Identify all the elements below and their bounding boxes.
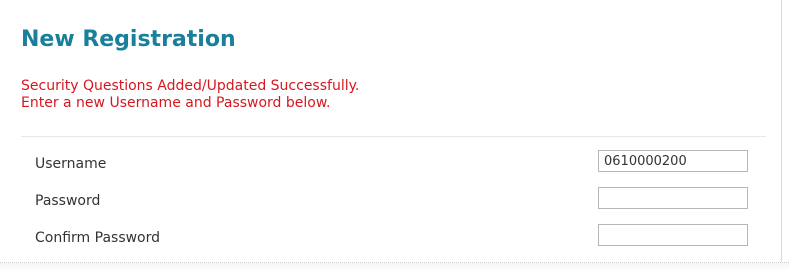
username-input[interactable]	[598, 150, 748, 172]
confirm-password-input[interactable]	[598, 224, 748, 246]
page-bottom-edge	[0, 262, 789, 270]
status-message-line-2: Enter a new Username and Password below.	[21, 95, 331, 111]
username-row: Username	[21, 150, 766, 176]
password-label: Password	[35, 193, 101, 209]
page-title: New Registration	[21, 27, 236, 52]
registration-panel: New Registration Security Questions Adde…	[6, 0, 782, 262]
password-input[interactable]	[598, 187, 748, 209]
confirm-password-label: Confirm Password	[35, 230, 161, 246]
status-message-line-1: Security Questions Added/Updated Success…	[21, 78, 360, 94]
password-row: Password	[21, 187, 766, 213]
username-label: Username	[35, 156, 107, 172]
divider	[21, 136, 766, 137]
status-message: Security Questions Added/Updated Success…	[21, 78, 359, 112]
confirm-password-row: Confirm Password	[21, 224, 766, 250]
